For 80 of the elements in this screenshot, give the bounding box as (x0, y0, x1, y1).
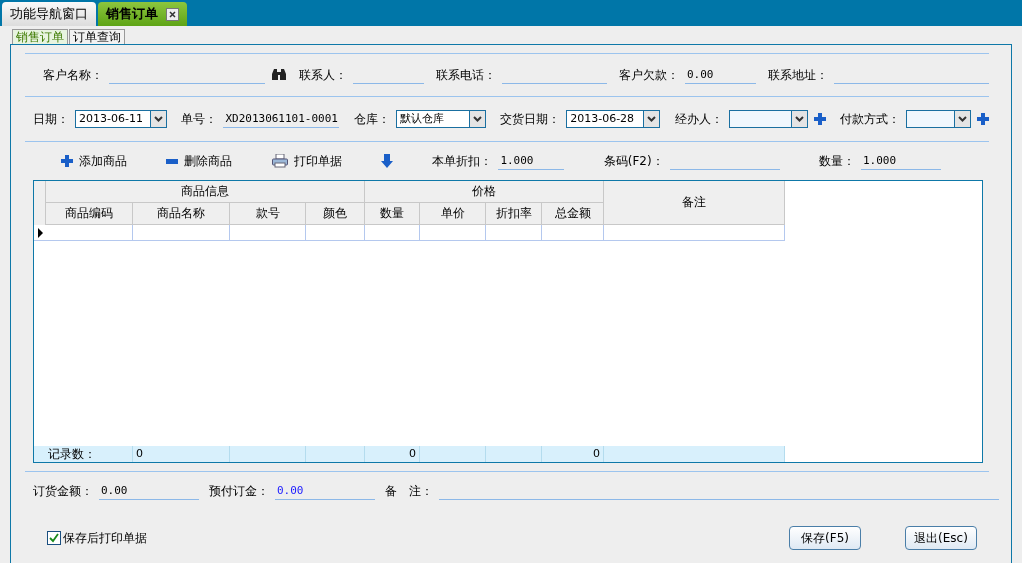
toolbar-button[interactable]: 添加商品 (61, 152, 127, 170)
field-label: 单号： (181, 110, 218, 128)
action-button[interactable]: 退出(Esc) (905, 526, 977, 550)
column-header[interactable]: 商品名称 (133, 203, 230, 225)
caret-icon (154, 116, 163, 122)
close-icon[interactable] (166, 7, 179, 21)
table-cell[interactable] (46, 225, 133, 241)
toolbar-button[interactable]: 删除商品 (166, 152, 233, 170)
checkbox-label: 保存后打印单据 (63, 529, 147, 547)
printer-icon (271, 154, 288, 168)
input-field[interactable]: 0.00 (275, 482, 375, 500)
footer-cell: 0 (133, 446, 230, 462)
table-cell[interactable] (133, 225, 230, 241)
field-label: 付款方式： (839, 110, 900, 128)
table-cell[interactable] (420, 225, 486, 241)
tab[interactable]: 销售订单 (12, 29, 68, 45)
column-header[interactable]: 备注 (604, 181, 785, 225)
column-header[interactable]: 商品编码 (46, 203, 133, 225)
input-field[interactable]: 0.00 (685, 66, 756, 84)
input-field[interactable]: XD2013061101-0001 (223, 110, 340, 128)
header-corner (34, 181, 46, 225)
toolbar-button[interactable]: 打印单据 (271, 152, 342, 170)
plus-icon (61, 155, 73, 167)
dropdown[interactable]: 2013-06-28 (566, 110, 661, 128)
table-cell[interactable] (306, 225, 365, 241)
table-cell[interactable] (230, 225, 306, 241)
table-cell[interactable] (542, 225, 604, 241)
dropdown[interactable]: 默认仓库 (395, 110, 486, 128)
footer-cell: 0 (542, 446, 604, 462)
add-button[interactable] (813, 113, 826, 125)
column-header[interactable]: 数量 (365, 203, 420, 225)
field-label: 条码(F2)： (603, 152, 664, 170)
field-label: 订货金额： (33, 482, 93, 500)
action-button[interactable]: 保存(F5) (789, 526, 861, 550)
binoculars-icon[interactable] (271, 69, 287, 81)
tab[interactable]: 功能导航窗口 (2, 2, 96, 26)
column-header[interactable]: 款号 (230, 203, 306, 225)
minus-icon (166, 158, 179, 164)
dropdown[interactable]: 2013-06-11 (75, 110, 167, 128)
table-cell[interactable] (365, 225, 420, 241)
field-label: 日期： (33, 110, 69, 128)
input-field[interactable]: 1.000 (498, 152, 565, 170)
field-label: 预付订金： (209, 482, 269, 500)
field-label: 客户名称： (43, 66, 103, 84)
tab[interactable]: 销售订单 (98, 2, 187, 26)
plus-icon (976, 113, 989, 125)
add-button[interactable] (976, 113, 989, 125)
field-label: 联系人： (299, 66, 347, 84)
field-label: 联系地址： (768, 66, 828, 84)
dropdown[interactable] (905, 110, 971, 128)
field-label: 数量： (818, 152, 855, 170)
table-cell[interactable] (486, 225, 542, 241)
table-cell[interactable] (604, 225, 785, 241)
down-arrow-icon (381, 154, 394, 168)
input-field[interactable]: 0.00 (99, 482, 199, 500)
column-header[interactable]: 总金额 (542, 203, 604, 225)
move-down-button[interactable] (381, 154, 394, 168)
field-label: 本单折扣： (432, 152, 493, 170)
field-label: 交货日期： (500, 110, 561, 128)
plus-icon (813, 113, 826, 125)
field-label: 客户欠款： (619, 66, 679, 84)
column-header[interactable]: 单价 (420, 203, 486, 225)
column-header[interactable]: 折扣率 (486, 203, 542, 225)
column-group-header: 商品信息 (46, 181, 365, 203)
footer-cell: 0 (365, 446, 420, 462)
dropdown[interactable] (728, 110, 808, 128)
column-group-header: 价格 (365, 181, 604, 203)
field-label: 仓库： (353, 110, 390, 128)
field-label: 联系电话： (436, 66, 496, 84)
field-label: 经办人： (674, 110, 723, 128)
column-header[interactable]: 颜色 (306, 203, 365, 225)
input-field[interactable]: 1.000 (860, 152, 941, 170)
caret-icon (647, 116, 657, 122)
tab[interactable]: 订单查询 (69, 29, 125, 45)
record-count-label: 记录数： (34, 446, 133, 462)
field-label: 备 注： (385, 482, 433, 500)
caret-icon (472, 116, 482, 122)
checkbox[interactable] (47, 531, 61, 545)
caret-icon (794, 116, 804, 122)
caret-icon (957, 116, 967, 122)
